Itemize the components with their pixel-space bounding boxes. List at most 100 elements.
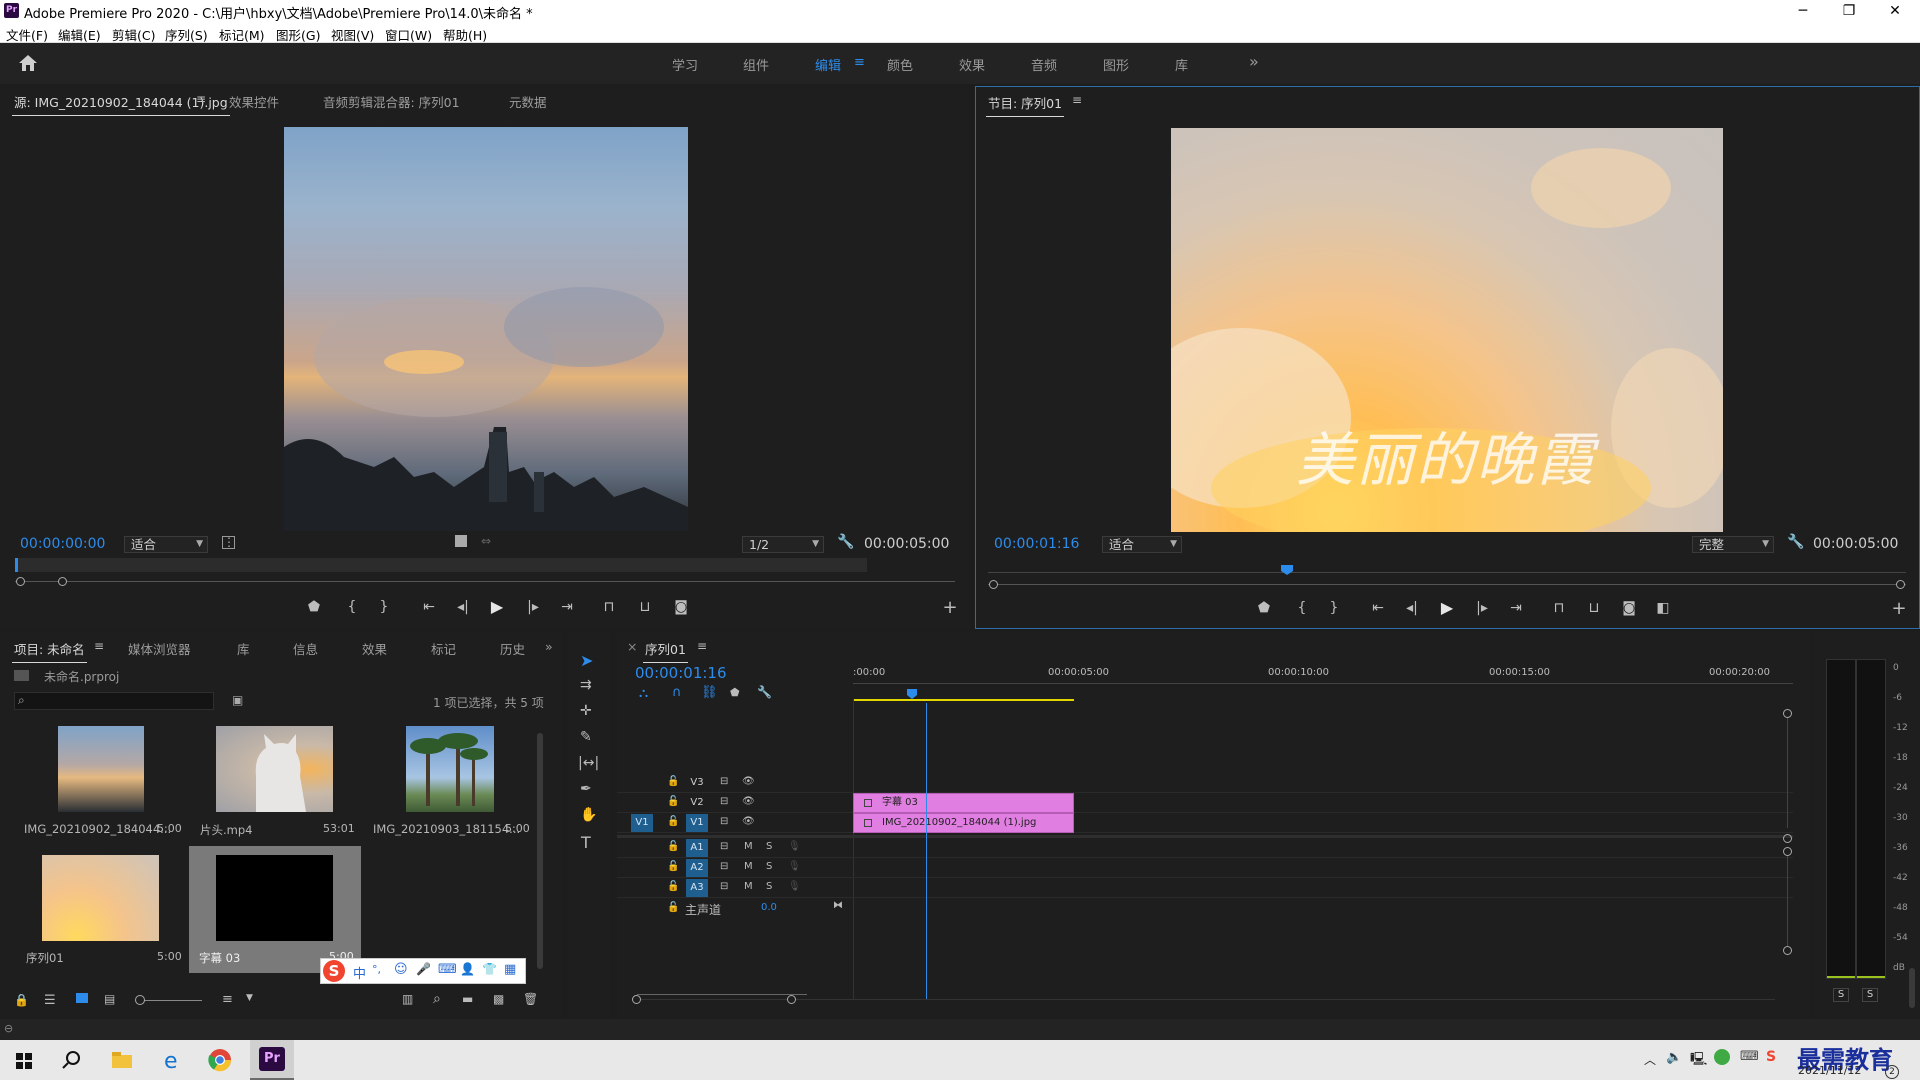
notification-badge[interactable]: 2 bbox=[1885, 1065, 1899, 1079]
source-fit-dropdown[interactable]: 适合 ▼ bbox=[124, 536, 208, 553]
tab-metadata[interactable]: 元数据 bbox=[509, 92, 547, 111]
camera-icon[interactable]: ◙ bbox=[1618, 600, 1640, 616]
add-button-icon[interactable]: + bbox=[939, 597, 961, 618]
minimize-button[interactable]: ─ bbox=[1780, 0, 1826, 22]
play-icon[interactable]: ▶ bbox=[1436, 598, 1458, 617]
step-forward-icon[interactable]: |▸ bbox=[1471, 600, 1493, 616]
sogou-logo-icon[interactable]: S bbox=[323, 960, 345, 982]
lock-icon[interactable]: 🔓 bbox=[667, 796, 679, 807]
hand-tool-icon[interactable]: ✋ bbox=[580, 807, 597, 823]
menu-edit[interactable]: 编辑(E) bbox=[58, 25, 101, 44]
selection-tool-icon[interactable]: ➤ bbox=[580, 651, 593, 670]
list-view-icon[interactable]: ☰ bbox=[44, 993, 56, 1008]
settings-square-icon[interactable]: ⋮ bbox=[222, 536, 235, 549]
sync-lock-icon[interactable]: ⊟ bbox=[720, 796, 728, 807]
sync-lock-icon[interactable]: ⊟ bbox=[720, 776, 728, 787]
add-marker-icon[interactable]: ⬟ bbox=[730, 686, 740, 699]
eye-icon[interactable]: 👁 bbox=[742, 776, 755, 787]
track-target[interactable]: A1 bbox=[686, 839, 708, 857]
user-icon[interactable]: 👤 bbox=[460, 962, 475, 976]
sync-lock-icon[interactable]: ⊟ bbox=[720, 881, 728, 892]
lock-icon[interactable]: 🔓 bbox=[667, 816, 679, 827]
slider-handle[interactable] bbox=[135, 995, 145, 1005]
vertical-scroll-handle[interactable] bbox=[1783, 834, 1792, 843]
snap-icon[interactable]: ∩ bbox=[672, 685, 682, 700]
workspace-color[interactable]: 颜色 bbox=[887, 55, 913, 74]
step-back-icon[interactable]: ◂| bbox=[1401, 600, 1423, 616]
zoom-handle-right[interactable] bbox=[58, 577, 67, 586]
workspace-libraries[interactable]: 库 bbox=[1175, 55, 1188, 74]
thumbnail-size-slider[interactable] bbox=[140, 1000, 202, 1001]
timeline-timecode[interactable]: 00:00:01:16 bbox=[635, 664, 727, 682]
lift-icon[interactable]: ⊓ bbox=[1548, 600, 1570, 616]
go-to-end-icon[interactable]: ⧓ bbox=[833, 900, 843, 911]
vertical-scroll-handle[interactable] bbox=[1783, 709, 1792, 718]
work-area-bar[interactable] bbox=[853, 699, 1074, 701]
workspace-learn[interactable]: 学习 bbox=[672, 55, 698, 74]
track-target[interactable]: V1 bbox=[686, 814, 708, 832]
menu-view[interactable]: 视图(V) bbox=[331, 25, 374, 44]
project-item-name[interactable]: 序列01 bbox=[26, 950, 64, 966]
icon-view-icon[interactable] bbox=[76, 993, 88, 1003]
timeline-playhead-handle[interactable] bbox=[907, 689, 917, 699]
microphone-icon[interactable]: 🎙 bbox=[788, 881, 801, 892]
program-fit-dropdown[interactable]: 适合 ▼ bbox=[1102, 536, 1182, 553]
workspace-graphics[interactable]: 图形 bbox=[1103, 55, 1129, 74]
track-target[interactable]: V2 bbox=[686, 794, 708, 812]
lock-icon[interactable]: 🔓 bbox=[667, 881, 679, 892]
trash-icon[interactable]: 🗑 bbox=[523, 992, 538, 1006]
go-to-in-icon[interactable]: ⇤ bbox=[1367, 600, 1389, 616]
project-item-name[interactable]: IMG_20210903_181154... bbox=[373, 822, 520, 836]
track-target[interactable]: A2 bbox=[686, 859, 708, 877]
home-icon[interactable] bbox=[18, 54, 38, 72]
safe-margins-icon[interactable] bbox=[455, 535, 467, 547]
source-time-ruler[interactable] bbox=[15, 558, 867, 572]
track-target[interactable]: V3 bbox=[686, 774, 708, 792]
find-icon[interactable]: ⌕ bbox=[433, 991, 441, 1007]
new-search-bin-icon[interactable]: ▣ bbox=[232, 693, 243, 707]
microphone-icon[interactable]: 🎙 bbox=[788, 841, 801, 852]
workspace-more-icon[interactable]: » bbox=[1249, 52, 1259, 71]
menu-clip[interactable]: 剪辑(C) bbox=[112, 25, 155, 44]
ime-punct[interactable]: °, bbox=[372, 963, 381, 976]
project-item-thumbnail[interactable] bbox=[42, 855, 159, 941]
source-zoom-bar[interactable] bbox=[15, 581, 955, 582]
vertical-scroll-handle[interactable] bbox=[1783, 946, 1792, 955]
mute-button[interactable]: M bbox=[744, 841, 753, 852]
zoom-handle-right[interactable] bbox=[787, 995, 796, 1004]
ripple-edit-tool-icon[interactable]: ✛ bbox=[580, 703, 592, 719]
microphone-icon[interactable]: 🎙 bbox=[788, 861, 801, 872]
zoom-handle-right[interactable] bbox=[1896, 580, 1905, 589]
program-time-ruler[interactable] bbox=[988, 563, 1906, 573]
chevron-down-icon[interactable]: ▼ bbox=[246, 993, 253, 1003]
master-volume[interactable]: 0.0 bbox=[761, 902, 777, 913]
tab-project[interactable]: 项目: 未命名 bbox=[12, 639, 87, 663]
source-timecode[interactable]: 00:00:00:00 bbox=[20, 536, 105, 552]
panel-menu-icon[interactable]: ≡ bbox=[1072, 93, 1082, 107]
close-button[interactable]: ✕ bbox=[1872, 0, 1918, 22]
go-to-out-icon[interactable]: ⇥ bbox=[1505, 600, 1527, 616]
menu-help[interactable]: 帮助(H) bbox=[443, 25, 487, 44]
panel-menu-icon[interactable]: ≡ bbox=[196, 92, 206, 106]
panel-menu-icon[interactable]: ≡ bbox=[697, 639, 707, 653]
project-search-input[interactable]: ⌕ bbox=[14, 692, 214, 710]
clip-title-03[interactable]: 字幕 03 bbox=[853, 793, 1074, 813]
volume-icon[interactable]: 🔈 bbox=[1666, 1050, 1682, 1065]
ime-mode[interactable]: 中 bbox=[353, 963, 366, 982]
video-scrollbar[interactable] bbox=[1787, 718, 1788, 828]
tab-history[interactable]: 历史 bbox=[500, 639, 525, 658]
wrench-icon[interactable]: 🔧 bbox=[1787, 534, 1804, 550]
source-resolution-dropdown[interactable]: 1/2 ▼ bbox=[742, 536, 824, 553]
workspace-editing[interactable]: 编辑 bbox=[815, 55, 841, 74]
wrench-icon[interactable]: 🔧 bbox=[837, 534, 854, 550]
insert-icon[interactable]: ⊓ bbox=[598, 599, 620, 615]
source-playhead[interactable] bbox=[15, 558, 18, 572]
zoom-handle-left[interactable] bbox=[632, 995, 641, 1004]
more-tabs-icon[interactable]: » bbox=[545, 639, 553, 654]
lock-icon[interactable]: 🔓 bbox=[667, 861, 679, 872]
program-timecode[interactable]: 00:00:01:16 bbox=[994, 536, 1079, 552]
project-item-thumbnail[interactable] bbox=[58, 726, 144, 812]
new-bin-icon[interactable]: ▬ bbox=[462, 992, 473, 1006]
toolbox-icon[interactable]: ▦ bbox=[504, 962, 516, 977]
camera-icon[interactable]: ◙ bbox=[670, 599, 692, 615]
